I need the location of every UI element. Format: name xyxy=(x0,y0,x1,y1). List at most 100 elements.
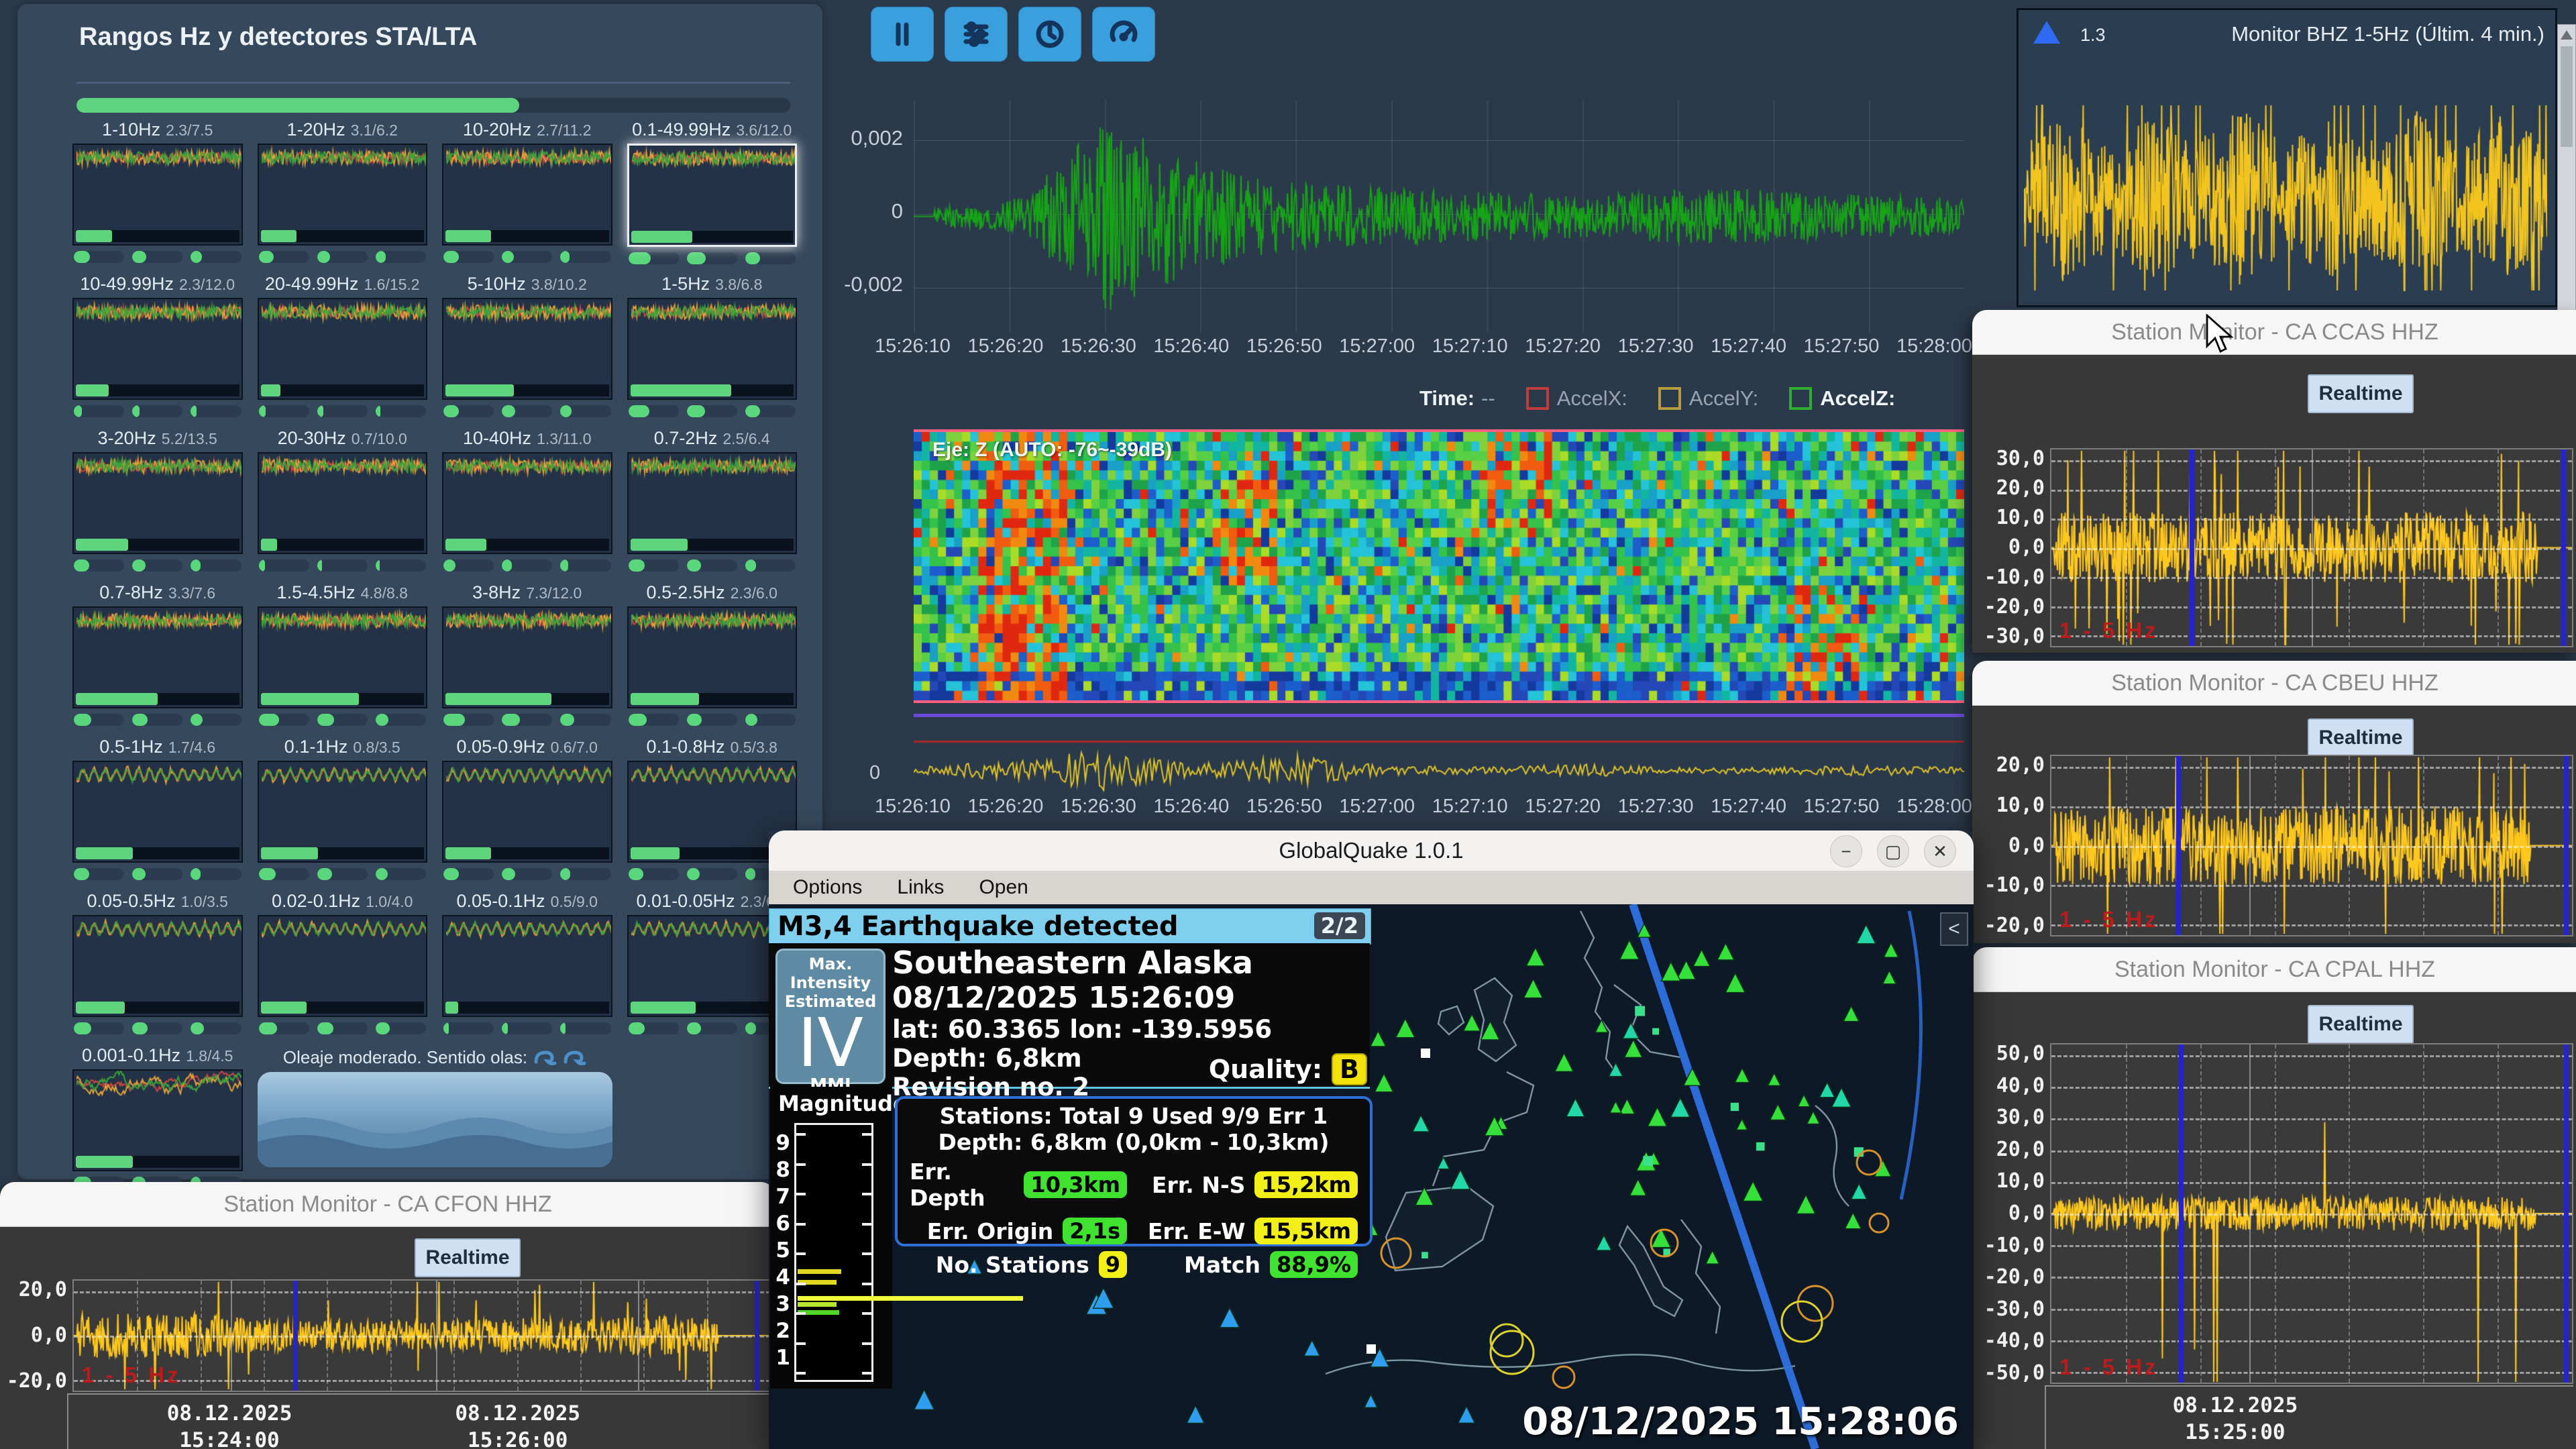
station-marker[interactable] xyxy=(1623,1022,1639,1038)
station-marker[interactable] xyxy=(1450,1170,1470,1189)
detector-cell[interactable]: 1-5Hz3.8/6.8 xyxy=(627,274,798,428)
detector-cell[interactable]: 1-10Hz2.3/7.5 xyxy=(72,119,243,274)
detector-thumbnail[interactable] xyxy=(72,144,243,246)
station-marker-square[interactable] xyxy=(1731,1103,1739,1111)
detector-thumbnail[interactable] xyxy=(627,298,798,400)
station-marker[interactable] xyxy=(1375,1073,1393,1091)
station-marker[interactable] xyxy=(1845,1213,1861,1229)
detector-cell[interactable]: 0.05-0.5Hz1.0/3.5 xyxy=(72,891,243,1045)
detector-thumbnail[interactable] xyxy=(72,606,243,708)
legend-accel-y[interactable]: AccelY: xyxy=(1658,386,1758,411)
detector-thumbnail[interactable] xyxy=(258,452,428,554)
station-marker-blue[interactable] xyxy=(1304,1340,1320,1356)
collapse-button[interactable]: < xyxy=(1940,912,1968,946)
minimize-button[interactable]: − xyxy=(1830,835,1862,867)
detector-cell[interactable]: 0.1-49.99Hz3.6/12.0 xyxy=(627,119,798,274)
detector-cell[interactable]: 10-40Hz1.3/11.0 xyxy=(442,428,612,582)
station-marker[interactable] xyxy=(1736,1119,1747,1130)
maximize-button[interactable]: ▢ xyxy=(1877,835,1909,867)
detector-cell[interactable]: 10-49.99Hz2.3/12.0 xyxy=(72,274,243,428)
station-marker[interactable] xyxy=(1610,1102,1622,1114)
close-button[interactable]: ✕ xyxy=(1924,835,1956,867)
station-chart[interactable]: 1 - 5 Hz xyxy=(72,1279,771,1392)
detector-cell[interactable]: 3-8Hz7.3/12.0 xyxy=(442,582,612,737)
window-title[interactable]: Station Monitor - CA CCAS HHZ xyxy=(1972,310,2576,355)
detector-cell[interactable]: 0.05-0.9Hz0.6/7.0 xyxy=(442,737,612,891)
station-marker[interactable] xyxy=(1555,1053,1574,1072)
station-marker[interactable] xyxy=(1619,1099,1635,1114)
globalquake-titlebar[interactable]: GlobalQuake 1.0.1 − ▢ ✕ xyxy=(769,830,1974,871)
station-marker-blue[interactable] xyxy=(1187,1405,1204,1423)
station-marker[interactable] xyxy=(1438,1157,1450,1169)
detector-cell[interactable]: 1-20Hz3.1/6.2 xyxy=(258,119,428,274)
detector-thumbnail[interactable] xyxy=(258,761,428,863)
station-marker-square[interactable] xyxy=(1652,1028,1659,1035)
detector-thumbnail[interactable] xyxy=(72,298,243,400)
accel-x-checkbox[interactable] xyxy=(1526,387,1549,410)
station-marker[interactable] xyxy=(1625,1040,1643,1058)
station-marker[interactable] xyxy=(1796,1195,1815,1214)
detector-cell[interactable]: 5-10Hz3.8/10.2 xyxy=(442,274,612,428)
station-marker-blue[interactable] xyxy=(1220,1307,1239,1327)
earthquake-circle[interactable] xyxy=(1553,1366,1574,1388)
station-marker[interactable] xyxy=(1648,1108,1667,1127)
station-marker-blue[interactable] xyxy=(1458,1406,1475,1423)
realtime-button[interactable]: Realtime xyxy=(2308,1005,2414,1044)
station-chart[interactable]: 1 - 5 Hz xyxy=(2050,448,2573,647)
station-marker-square[interactable] xyxy=(1643,1156,1653,1166)
scroll-up-icon[interactable] xyxy=(2561,30,2573,40)
station-marker[interactable] xyxy=(1371,1031,1386,1046)
station-marker[interactable] xyxy=(1770,1104,1786,1120)
earthquake-circle[interactable] xyxy=(1798,1286,1833,1321)
station-marker[interactable] xyxy=(1768,1073,1780,1086)
menu-item[interactable]: Options xyxy=(778,876,877,899)
window-title[interactable]: Station Monitor - CA CPAL HHZ xyxy=(1972,947,2576,992)
station-chart[interactable]: 1 - 5 Hz xyxy=(2050,1043,2573,1384)
station-marker-blue[interactable] xyxy=(1364,1395,1377,1407)
selected-station-marker[interactable] xyxy=(1366,1344,1376,1354)
detector-thumbnail[interactable] xyxy=(442,452,612,554)
station-marker[interactable] xyxy=(1874,1160,1891,1177)
station-marker[interactable] xyxy=(1884,943,1898,957)
station-marker[interactable] xyxy=(1629,1179,1646,1196)
detector-thumbnail[interactable] xyxy=(72,452,243,554)
window-title[interactable]: Station Monitor - CA CBEU HHZ xyxy=(1972,661,2576,706)
station-marker[interactable] xyxy=(1693,950,1710,967)
station-marker[interactable] xyxy=(1396,1018,1415,1037)
station-marker-blue[interactable] xyxy=(914,1390,934,1410)
pause-button[interactable] xyxy=(871,7,934,62)
speed-gauge-button[interactable] xyxy=(1092,7,1155,62)
detector-thumbnail[interactable] xyxy=(442,298,612,400)
station-marker[interactable] xyxy=(1413,1115,1430,1132)
station-marker[interactable] xyxy=(1677,961,1696,979)
detector-thumbnail[interactable] xyxy=(627,144,798,247)
menu-item[interactable]: Links xyxy=(882,876,959,899)
station-marker[interactable] xyxy=(1743,1181,1763,1201)
station-marker[interactable] xyxy=(1851,1183,1866,1199)
detector-thumbnail[interactable] xyxy=(627,606,798,708)
legend-accel-z[interactable]: AccelZ: xyxy=(1789,386,1895,411)
station-marker[interactable] xyxy=(1670,1098,1690,1118)
station-marker[interactable] xyxy=(1843,1006,1859,1022)
station-marker[interactable] xyxy=(1566,1098,1585,1116)
station-marker[interactable] xyxy=(1807,1111,1819,1124)
station-marker[interactable] xyxy=(1735,1068,1749,1082)
detector-thumbnail[interactable] xyxy=(258,606,428,708)
accel-y-checkbox[interactable] xyxy=(1658,387,1681,410)
detector-cell[interactable]: 0.5-1Hz1.7/4.6 xyxy=(72,737,243,891)
detector-cell[interactable]: 0.02-0.1Hz1.0/4.0 xyxy=(258,891,428,1045)
realtime-button[interactable]: Realtime xyxy=(2308,718,2414,757)
detector-cell[interactable]: 1.5-4.5Hz4.8/8.8 xyxy=(258,582,428,737)
legend-accel-x[interactable]: AccelX: xyxy=(1526,386,1627,411)
station-marker[interactable] xyxy=(1798,1095,1810,1107)
station-marker[interactable] xyxy=(1725,973,1745,993)
earthquake-circle[interactable] xyxy=(1857,1150,1881,1175)
station-marker[interactable] xyxy=(1523,979,1542,998)
station-marker[interactable] xyxy=(1857,924,1876,943)
detector-thumbnail[interactable] xyxy=(258,298,428,400)
detector-thumbnail[interactable] xyxy=(442,606,612,708)
detector-thumbnail[interactable] xyxy=(442,761,612,863)
detector-thumbnail[interactable] xyxy=(442,915,612,1017)
detector-cell[interactable]: 0.5-2.5Hz2.3/6.0 xyxy=(627,582,798,737)
detector-cell[interactable]: 20-30Hz0.7/10.0 xyxy=(258,428,428,582)
